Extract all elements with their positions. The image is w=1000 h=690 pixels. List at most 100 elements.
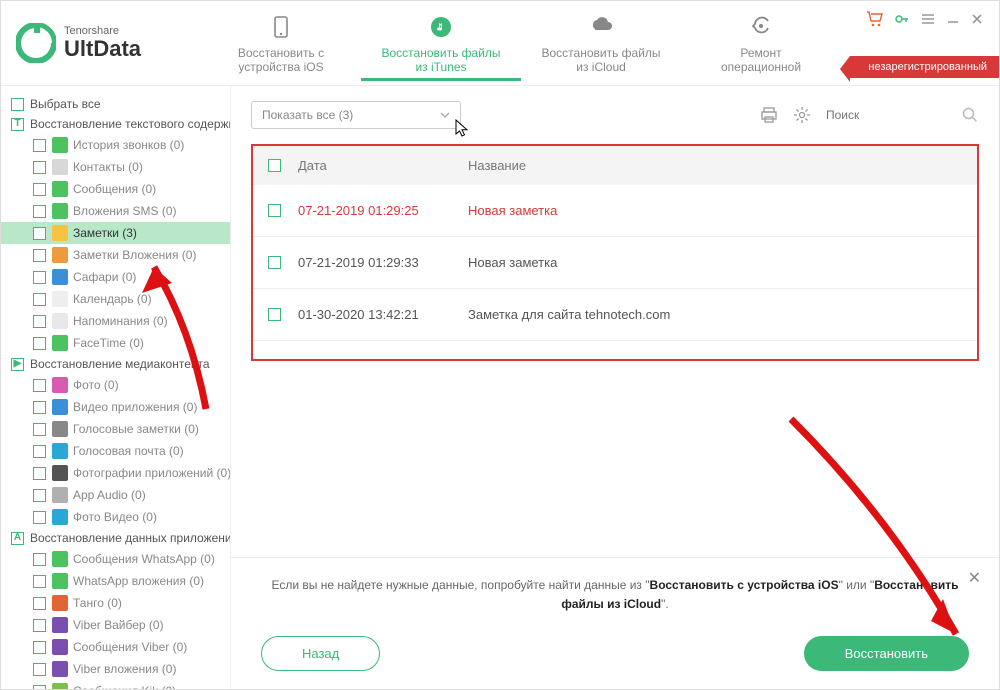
checkbox[interactable] <box>33 379 46 392</box>
row-date: 01-30-2020 13:42:21 <box>298 307 468 322</box>
item-label: Фото (0) <box>73 378 119 392</box>
row-checkbox[interactable] <box>268 256 281 269</box>
category-icon: A <box>11 532 24 545</box>
row-checkbox[interactable] <box>268 204 281 217</box>
checkbox[interactable] <box>33 445 46 458</box>
checkbox[interactable] <box>33 489 46 502</box>
checkbox[interactable] <box>33 467 46 480</box>
checkbox[interactable] <box>33 293 46 306</box>
sidebar-item-0-4[interactable]: Заметки (3) <box>1 222 230 244</box>
row-checkbox[interactable] <box>268 308 281 321</box>
search-input[interactable] <box>826 104 946 127</box>
sidebar-item-0-3[interactable]: Вложения SMS (0) <box>1 200 230 222</box>
checkbox[interactable] <box>33 227 46 240</box>
item-label: Сообщения WhatsApp (0) <box>73 552 215 566</box>
checkbox[interactable] <box>33 663 46 676</box>
notice-close-icon[interactable]: ✕ <box>968 566 981 592</box>
minimize-icon[interactable] <box>946 12 960 26</box>
tab-icon <box>267 13 295 41</box>
checkbox[interactable] <box>33 183 46 196</box>
item-icon <box>52 639 68 655</box>
menu-icon[interactable] <box>920 11 936 27</box>
sidebar-item-2-1[interactable]: WhatsApp вложения (0) <box>1 570 230 592</box>
section-0[interactable]: TВосстановление текстового содержи <box>1 114 230 134</box>
tab-icon <box>587 13 615 41</box>
checkbox[interactable] <box>33 685 46 690</box>
item-icon <box>52 509 68 525</box>
checkbox[interactable] <box>33 337 46 350</box>
row-title: Новая заметка <box>468 203 962 218</box>
sidebar-item-2-4[interactable]: Сообщения Viber (0) <box>1 636 230 658</box>
sidebar-item-1-4[interactable]: Фотографии приложений (0) <box>1 462 230 484</box>
category-icon: ▶ <box>11 358 24 371</box>
sidebar-item-1-0[interactable]: Фото (0) <box>1 374 230 396</box>
sidebar-item-0-6[interactable]: Сафари (0) <box>1 266 230 288</box>
sidebar-item-0-9[interactable]: FaceTime (0) <box>1 332 230 354</box>
table-row[interactable]: 07-21-2019 01:29:33Новая заметка <box>253 237 977 289</box>
sidebar-item-1-5[interactable]: App Audio (0) <box>1 484 230 506</box>
checkbox[interactable] <box>11 98 24 111</box>
item-icon <box>52 181 68 197</box>
sidebar-item-0-0[interactable]: История звонков (0) <box>1 134 230 156</box>
select-all-row[interactable]: Выбрать все <box>1 94 230 114</box>
gear-icon[interactable] <box>793 106 811 124</box>
checkbox[interactable] <box>33 423 46 436</box>
sidebar-item-0-8[interactable]: Напоминания (0) <box>1 310 230 332</box>
restore-button[interactable]: Восстановить <box>804 636 969 671</box>
table-row[interactable]: 07-21-2019 01:29:25Новая заметка <box>253 185 977 237</box>
back-button[interactable]: Назад <box>261 636 380 671</box>
checkbox[interactable] <box>33 249 46 262</box>
tab-2[interactable]: Восстановить файлыиз iCloud <box>521 5 681 81</box>
checkbox[interactable] <box>33 271 46 284</box>
checkbox[interactable] <box>33 139 46 152</box>
item-label: Viber Вайбер (0) <box>73 618 164 632</box>
sidebar-item-0-1[interactable]: Контакты (0) <box>1 156 230 178</box>
tab-0[interactable]: Восстановить сустройства iOS <box>201 5 361 81</box>
key-icon[interactable] <box>894 11 910 27</box>
filter-dropdown[interactable]: Показать все (3) <box>251 101 461 129</box>
sidebar-item-1-6[interactable]: Фото Видео (0) <box>1 506 230 528</box>
sidebar-item-2-2[interactable]: Танго (0) <box>1 592 230 614</box>
sidebar-item-2-6[interactable]: Сообщения Kik (0) <box>1 680 230 689</box>
checkbox[interactable] <box>33 553 46 566</box>
table-row[interactable]: 01-30-2020 13:42:21Заметка для сайта teh… <box>253 289 977 341</box>
item-label: Напоминания (0) <box>73 314 168 328</box>
search-icon[interactable] <box>961 106 979 124</box>
sidebar-item-1-3[interactable]: Голосовая почта (0) <box>1 440 230 462</box>
checkbox[interactable] <box>33 161 46 174</box>
item-icon <box>52 225 68 241</box>
tab-icon <box>747 13 775 41</box>
filter-dropdown-label: Показать все (3) <box>262 108 353 122</box>
checkbox[interactable] <box>33 401 46 414</box>
select-all-checkbox[interactable] <box>268 159 281 172</box>
cart-icon[interactable] <box>866 11 884 27</box>
checkbox[interactable] <box>33 315 46 328</box>
checkbox[interactable] <box>33 205 46 218</box>
item-icon <box>52 617 68 633</box>
item-label: FaceTime (0) <box>73 336 144 350</box>
item-icon <box>52 159 68 175</box>
sidebar-item-2-5[interactable]: Viber вложения (0) <box>1 658 230 680</box>
tab-icon <box>427 13 455 41</box>
checkbox[interactable] <box>33 575 46 588</box>
checkbox[interactable] <box>33 619 46 632</box>
item-label: Танго (0) <box>73 596 122 610</box>
sidebar-item-0-7[interactable]: Календарь (0) <box>1 288 230 310</box>
tab-3[interactable]: Ремонтоперационной <box>681 5 841 81</box>
sidebar-item-1-1[interactable]: Видео приложения (0) <box>1 396 230 418</box>
tab-1[interactable]: Восстановить файлыиз iTunes <box>361 5 521 81</box>
checkbox[interactable] <box>33 641 46 654</box>
section-2[interactable]: AВосстановление данных приложений <box>1 528 230 548</box>
sidebar-item-1-2[interactable]: Голосовые заметки (0) <box>1 418 230 440</box>
item-icon <box>52 487 68 503</box>
sidebar-item-2-3[interactable]: Viber Вайбер (0) <box>1 614 230 636</box>
sidebar-item-2-0[interactable]: Сообщения WhatsApp (0) <box>1 548 230 570</box>
sidebar-item-0-2[interactable]: Сообщения (0) <box>1 178 230 200</box>
checkbox[interactable] <box>33 597 46 610</box>
checkbox[interactable] <box>33 511 46 524</box>
close-icon[interactable] <box>970 12 984 26</box>
section-1[interactable]: ▶Восстановление медиаконтента <box>1 354 230 374</box>
print-icon[interactable] <box>760 106 778 124</box>
logo-icon <box>16 23 56 63</box>
sidebar-item-0-5[interactable]: Заметки Вложения (0) <box>1 244 230 266</box>
